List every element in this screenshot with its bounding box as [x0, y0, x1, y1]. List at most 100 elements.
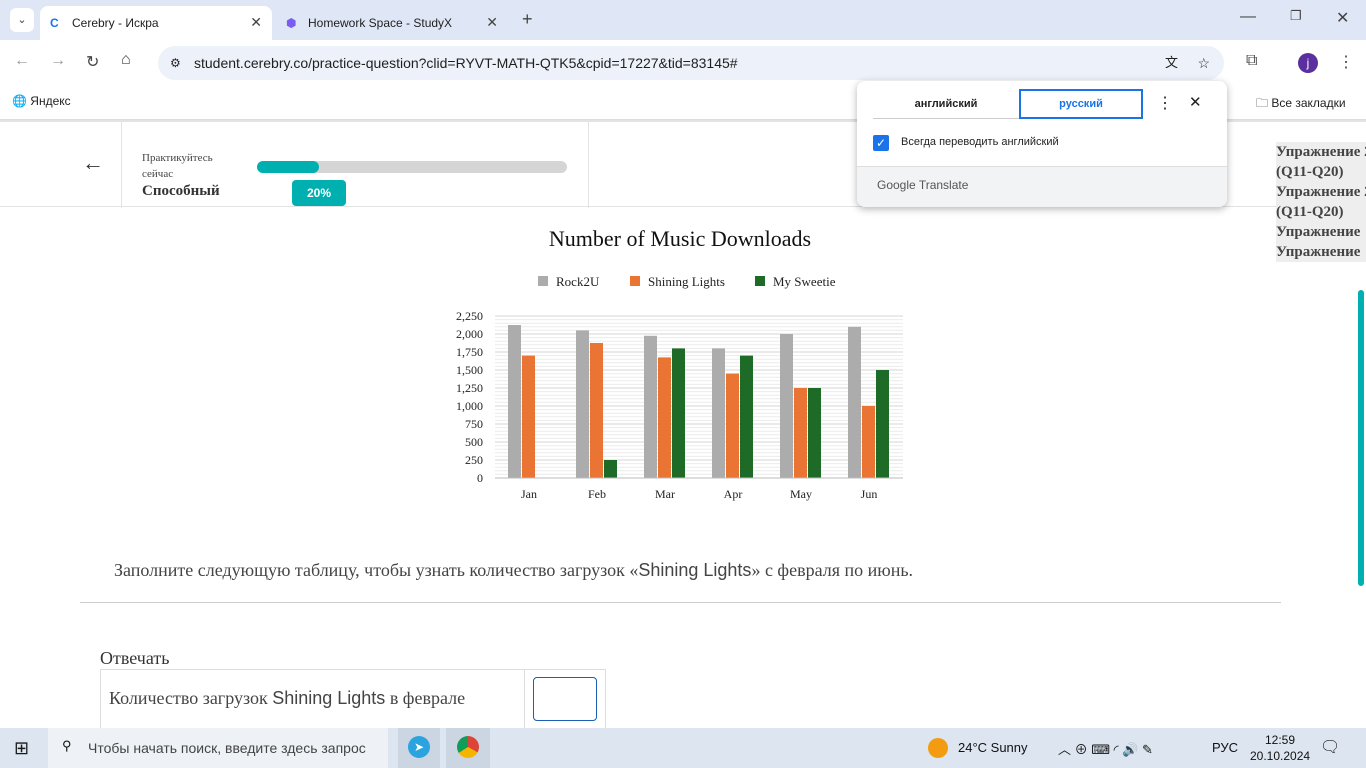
language-indicator[interactable]: РУС	[1212, 740, 1238, 755]
star-icon[interactable]: ☆	[1197, 46, 1210, 80]
chart-title: Number of Music Downloads	[549, 226, 811, 251]
x-tick-label: Feb	[588, 487, 606, 501]
close-popup-icon[interactable]: ✕	[1189, 93, 1202, 111]
chrome-icon	[457, 736, 479, 758]
close-tab-icon[interactable]: ✕	[250, 14, 262, 31]
close-window-icon[interactable]: ✕	[1336, 8, 1349, 28]
cerebry-favicon-icon: C	[50, 16, 59, 30]
bookmark-yandex[interactable]: 🌐 Яндекс	[12, 94, 71, 108]
lang-to-tab[interactable]: русский	[1019, 89, 1143, 119]
studyx-favicon-icon: ⬢	[286, 16, 297, 30]
close-tab-icon[interactable]: ✕	[486, 14, 498, 31]
y-tick-label: 750	[465, 417, 483, 431]
url-text: student.cerebry.co/practice-question?cli…	[194, 55, 738, 71]
side-item[interactable]: Упражнение 2 (Q11-Q20)	[1276, 182, 1366, 222]
bar-shining-lights	[726, 373, 739, 478]
answer-row-label: Количество загрузок Shining Lights в фев…	[109, 688, 466, 708]
question-text: Заполните следующую таблицу, чтобы узнат…	[114, 560, 914, 580]
page-content: ← Практикуйтесь сейчас Способный 20% Упр…	[0, 120, 1366, 728]
back-arrow-icon[interactable]: ←	[82, 150, 104, 176]
back-icon[interactable]: ←	[14, 52, 30, 70]
bar-shining-lights	[522, 355, 535, 478]
practice-label: Практикуйтесь сейчас	[142, 152, 213, 180]
forward-icon[interactable]: →	[50, 52, 66, 70]
always-translate-label: Всегда переводить английский	[901, 136, 1059, 148]
google-translate-logo: Google Translate	[877, 178, 969, 192]
bar-rock2u	[712, 348, 725, 478]
telegram-app[interactable]: ➤	[398, 728, 440, 768]
bar-my-sweetie	[876, 370, 889, 478]
side-panel: Упражнение 2 (Q11-Q20) Упражнение 2 (Q11…	[1276, 142, 1366, 262]
progress-fill	[257, 161, 319, 173]
bar-rock2u	[644, 335, 657, 478]
chart: Number of Music Downloads Rock2U Shining L…	[456, 226, 903, 501]
side-item[interactable]: Упражнение	[1276, 222, 1366, 242]
bar-rock2u	[780, 334, 793, 478]
telegram-icon: ➤	[408, 736, 430, 758]
weather-text[interactable]: 24°C Sunny	[958, 740, 1028, 755]
all-bookmarks-label: Все закладки	[1271, 96, 1346, 110]
progress-bar	[257, 161, 567, 173]
profile-avatar[interactable]: j	[1298, 53, 1318, 73]
y-tick-label: 1,750	[456, 345, 483, 359]
y-tick-label: 1,000	[456, 399, 483, 413]
bar-shining-lights	[794, 388, 807, 478]
site-info-icon[interactable]: ⚙	[170, 46, 181, 80]
clock[interactable]: 12:59 20.10.2024	[1250, 732, 1310, 764]
level-label: Способный	[142, 183, 220, 199]
chrome-app[interactable]	[446, 728, 490, 768]
tab-studyx[interactable]: ⬢ Homework Space - StudyX ✕	[276, 6, 508, 40]
y-tick-label: 2,000	[456, 327, 483, 341]
answer-label: Отвечать	[100, 648, 170, 668]
february-answer-input[interactable]	[533, 677, 597, 721]
reload-icon[interactable]: ↻	[86, 52, 99, 72]
y-tick-label: 500	[465, 435, 483, 449]
tab-search-button[interactable]: ⌄	[10, 8, 34, 32]
search-icon: ⚲	[62, 738, 72, 753]
tray-icons[interactable]: ︿ ⊕ ⌨ ◜ 🔊 ✎	[1058, 739, 1153, 758]
x-tick-label: Jun	[861, 487, 878, 501]
translate-popup: английский русский ⋮ ✕ ✓ Всегда переводи…	[857, 81, 1227, 207]
scrollbar-thumb[interactable]	[1358, 290, 1364, 586]
x-tick-label: Apr	[724, 487, 743, 501]
bar-my-sweetie	[740, 355, 753, 478]
always-translate-checkbox[interactable]: ✓	[873, 135, 889, 151]
legend-swatch	[630, 276, 640, 286]
legend-swatch	[538, 276, 548, 286]
bar-shining-lights	[862, 406, 875, 478]
y-tick-label: 1,500	[456, 363, 483, 377]
side-item[interactable]: Упражнение	[1276, 242, 1366, 262]
restore-icon[interactable]: ❐	[1290, 8, 1302, 24]
taskbar-search[interactable]: ⚲ Чтобы начать поиск, введите здесь запро…	[48, 728, 388, 768]
translate-icon[interactable]: 文	[1165, 46, 1178, 80]
legend-swatch	[755, 276, 765, 286]
browser-toolbar: ← → ↻ ⌂ ⚙ student.cerebry.co/practice-que…	[0, 40, 1366, 86]
y-tick-label: 250	[465, 453, 483, 467]
tab-title: Homework Space - StudyX	[308, 16, 453, 30]
legend-label: Shining Lights	[648, 274, 725, 289]
minimize-icon[interactable]: —	[1240, 8, 1256, 26]
new-tab-icon[interactable]: +	[522, 9, 533, 30]
lang-from-tab[interactable]: английский	[873, 89, 1019, 119]
bar-my-sweetie	[808, 388, 821, 478]
bar-rock2u	[508, 325, 521, 478]
search-placeholder: Чтобы начать поиск, введите здесь запрос	[88, 740, 366, 756]
home-icon[interactable]: ⌂	[121, 51, 131, 69]
menu-icon[interactable]: ⋮	[1338, 52, 1354, 72]
bar-rock2u	[576, 330, 589, 478]
all-bookmarks[interactable]: 🗀 Все закладки	[1256, 94, 1346, 115]
x-tick-label: Mar	[655, 487, 675, 501]
bar-rock2u	[848, 326, 861, 478]
notifications-icon[interactable]: 🗨	[1320, 737, 1340, 757]
progress-badge: 20%	[292, 180, 346, 206]
side-item[interactable]: Упражнение 2 (Q11-Q20)	[1276, 142, 1366, 182]
extensions-icon[interactable]: ⧉	[1246, 52, 1257, 70]
address-bar[interactable]: ⚙ student.cerebry.co/practice-question?cl…	[158, 46, 1224, 80]
weather-sun-icon	[928, 738, 948, 758]
windows-start-icon[interactable]: ⊞	[14, 738, 29, 759]
y-tick-label: 0	[477, 471, 483, 485]
bookmark-label: Яндекс	[30, 94, 71, 108]
more-options-icon[interactable]: ⋮	[1157, 93, 1173, 113]
taskbar: ⊞ ⚲ Чтобы начать поиск, введите здесь зап…	[0, 728, 1366, 768]
tab-cerebry[interactable]: C Cerebry - Искра ✕	[40, 6, 272, 40]
